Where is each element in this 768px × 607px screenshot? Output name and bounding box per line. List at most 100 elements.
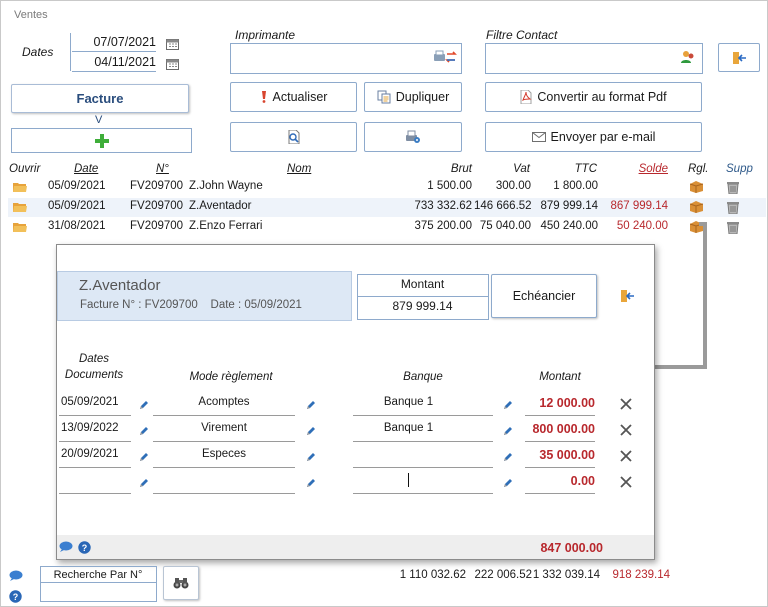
- calendar-end-icon[interactable]: [166, 58, 179, 70]
- total-vat: 222 006.52: [474, 569, 532, 581]
- row-name: Z.Enzo Ferrari: [189, 220, 263, 232]
- payment-bank[interactable]: Banque 1: [353, 396, 464, 408]
- search-button[interactable]: [163, 566, 199, 600]
- payment-date[interactable]: 05/09/2021: [61, 396, 119, 408]
- edit-date-pencil-icon[interactable]: [139, 477, 149, 487]
- date-end-field[interactable]: 04/11/2021: [72, 55, 156, 69]
- delete-payment-x-icon[interactable]: [620, 398, 632, 410]
- exit-button[interactable]: [718, 43, 760, 72]
- payments-total: 847 000.00: [540, 541, 603, 555]
- delete-trash-icon[interactable]: [727, 221, 739, 234]
- col-vat: Vat: [513, 163, 530, 175]
- payment-mode[interactable]: Virement: [153, 422, 295, 434]
- invoice-line: Facture N° : FV209700 Date : 05/09/2021: [80, 299, 302, 311]
- help-icon[interactable]: ?: [9, 590, 22, 603]
- payment-date[interactable]: 13/09/2022: [61, 422, 119, 434]
- row-date: 05/09/2021: [48, 200, 106, 212]
- row-ttc: 1 800.00: [553, 180, 598, 192]
- total-solde: 918 239.14: [612, 569, 670, 581]
- delete-payment-x-icon[interactable]: [620, 424, 632, 436]
- col-brut: Brut: [450, 163, 472, 175]
- table-row[interactable]: [8, 178, 766, 197]
- edit-bank-pencil-icon[interactable]: [503, 399, 513, 409]
- dates-label: Dates: [22, 45, 54, 59]
- close-dialog-icon[interactable]: [619, 289, 635, 303]
- row-ttc: 450 240.00: [540, 220, 598, 232]
- payment-date[interactable]: 20/09/2021: [61, 448, 119, 460]
- header-payment-mode: Mode règlement: [189, 371, 273, 383]
- chat-icon[interactable]: [59, 541, 73, 553]
- row-ttc: 879 999.14: [540, 200, 598, 212]
- payment-mode[interactable]: Acomptes: [153, 396, 295, 408]
- col-number[interactable]: N°: [156, 163, 169, 175]
- schedule-button[interactable]: Echéancier: [491, 274, 597, 318]
- payment-row[interactable]: [59, 473, 131, 495]
- contacts-icon[interactable]: [681, 50, 695, 64]
- amount-box-divider: [357, 296, 488, 297]
- col-solde[interactable]: Solde: [625, 163, 668, 175]
- convert-pdf-label: Convertir au format Pdf: [537, 90, 667, 104]
- row-date: 05/09/2021: [48, 180, 106, 192]
- calendar-start-icon[interactable]: [166, 38, 179, 50]
- delete-trash-icon[interactable]: [727, 201, 739, 214]
- total-brut: 1 110 032.62: [399, 569, 466, 581]
- delete-payment-x-icon[interactable]: [620, 450, 632, 462]
- row-vat: 75 040.00: [479, 220, 531, 232]
- payment-mode[interactable]: Especes: [153, 448, 295, 460]
- col-name[interactable]: Nom: [287, 163, 311, 175]
- payment-amount[interactable]: 800 000.00: [525, 422, 595, 436]
- row-number: FV209700: [130, 200, 184, 212]
- row-name: Z.John Wayne: [189, 180, 263, 192]
- edit-date-pencil-icon[interactable]: [139, 425, 149, 435]
- print-settings-button[interactable]: [364, 122, 462, 152]
- edit-bank-pencil-icon[interactable]: [503, 451, 513, 461]
- printer-swap-icon[interactable]: [433, 50, 457, 64]
- col-supp: Supp: [726, 163, 753, 175]
- payment-amount[interactable]: 12 000.00: [525, 396, 595, 410]
- doc-type-chevron[interactable]: V: [95, 114, 102, 126]
- convert-pdf-button[interactable]: Convertir au format Pdf: [485, 82, 702, 112]
- search-number-input[interactable]: [42, 585, 152, 599]
- edit-bank-pencil-icon[interactable]: [503, 425, 513, 435]
- schedule-label: Echéancier: [512, 289, 576, 303]
- payment-bank[interactable]: Banque 1: [353, 422, 464, 434]
- chat-icon[interactable]: [9, 570, 23, 582]
- header-amount: Montant: [539, 371, 581, 383]
- contact-filter-field[interactable]: [485, 43, 703, 74]
- edit-date-pencil-icon[interactable]: [139, 399, 149, 409]
- add-document-button[interactable]: [11, 128, 192, 153]
- send-email-button[interactable]: Envoyer par e-mail: [485, 122, 702, 152]
- col-date[interactable]: Date: [74, 163, 98, 175]
- col-reglement: Rgl.: [688, 163, 709, 175]
- delete-payment-x-icon[interactable]: [620, 476, 632, 488]
- edit-mode-pencil-icon[interactable]: [306, 477, 316, 487]
- payment-amount[interactable]: 0.00: [525, 474, 595, 488]
- pdf-icon: [520, 90, 533, 104]
- edit-mode-pencil-icon[interactable]: [306, 451, 316, 461]
- duplicate-button[interactable]: Dupliquer: [364, 82, 462, 112]
- edit-bank-pencil-icon[interactable]: [503, 477, 513, 487]
- edit-mode-pencil-icon[interactable]: [306, 425, 316, 435]
- refresh-button[interactable]: Actualiser: [230, 82, 357, 112]
- payment-box-icon[interactable]: [690, 181, 703, 193]
- text-cursor: [408, 473, 409, 487]
- amount-value: 879 999.14: [392, 299, 453, 313]
- refresh-label: Actualiser: [272, 90, 328, 104]
- edit-mode-pencil-icon[interactable]: [306, 399, 316, 409]
- row-number: FV209700: [130, 180, 184, 192]
- edit-date-pencil-icon[interactable]: [139, 451, 149, 461]
- preview-button[interactable]: [230, 122, 357, 152]
- plus-icon: [94, 133, 109, 148]
- open-folder-icon[interactable]: [13, 182, 27, 192]
- help-icon[interactable]: ?: [78, 541, 91, 554]
- printer-field[interactable]: [230, 43, 462, 74]
- search-divider: [40, 582, 156, 583]
- delete-trash-icon[interactable]: [727, 181, 739, 194]
- date-start-field[interactable]: 07/07/2021: [72, 35, 156, 49]
- open-folder-icon[interactable]: [13, 222, 27, 232]
- doc-type-select[interactable]: Facture: [11, 84, 189, 113]
- send-email-label: Envoyer par e-mail: [550, 130, 656, 144]
- payment-amount[interactable]: 35 000.00: [525, 448, 595, 462]
- open-folder-icon[interactable]: [13, 202, 27, 212]
- row-brut: 733 332.62: [414, 200, 472, 212]
